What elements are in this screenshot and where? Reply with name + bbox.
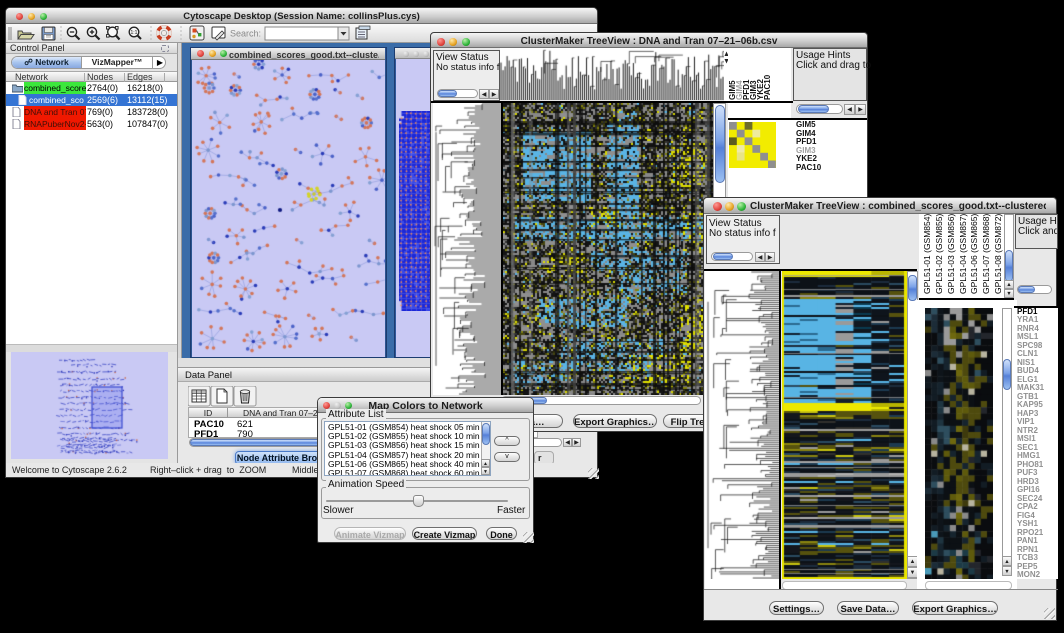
svg-text:Search:: Search: bbox=[230, 29, 261, 39]
svg-text:1:1: 1:1 bbox=[131, 30, 138, 36]
